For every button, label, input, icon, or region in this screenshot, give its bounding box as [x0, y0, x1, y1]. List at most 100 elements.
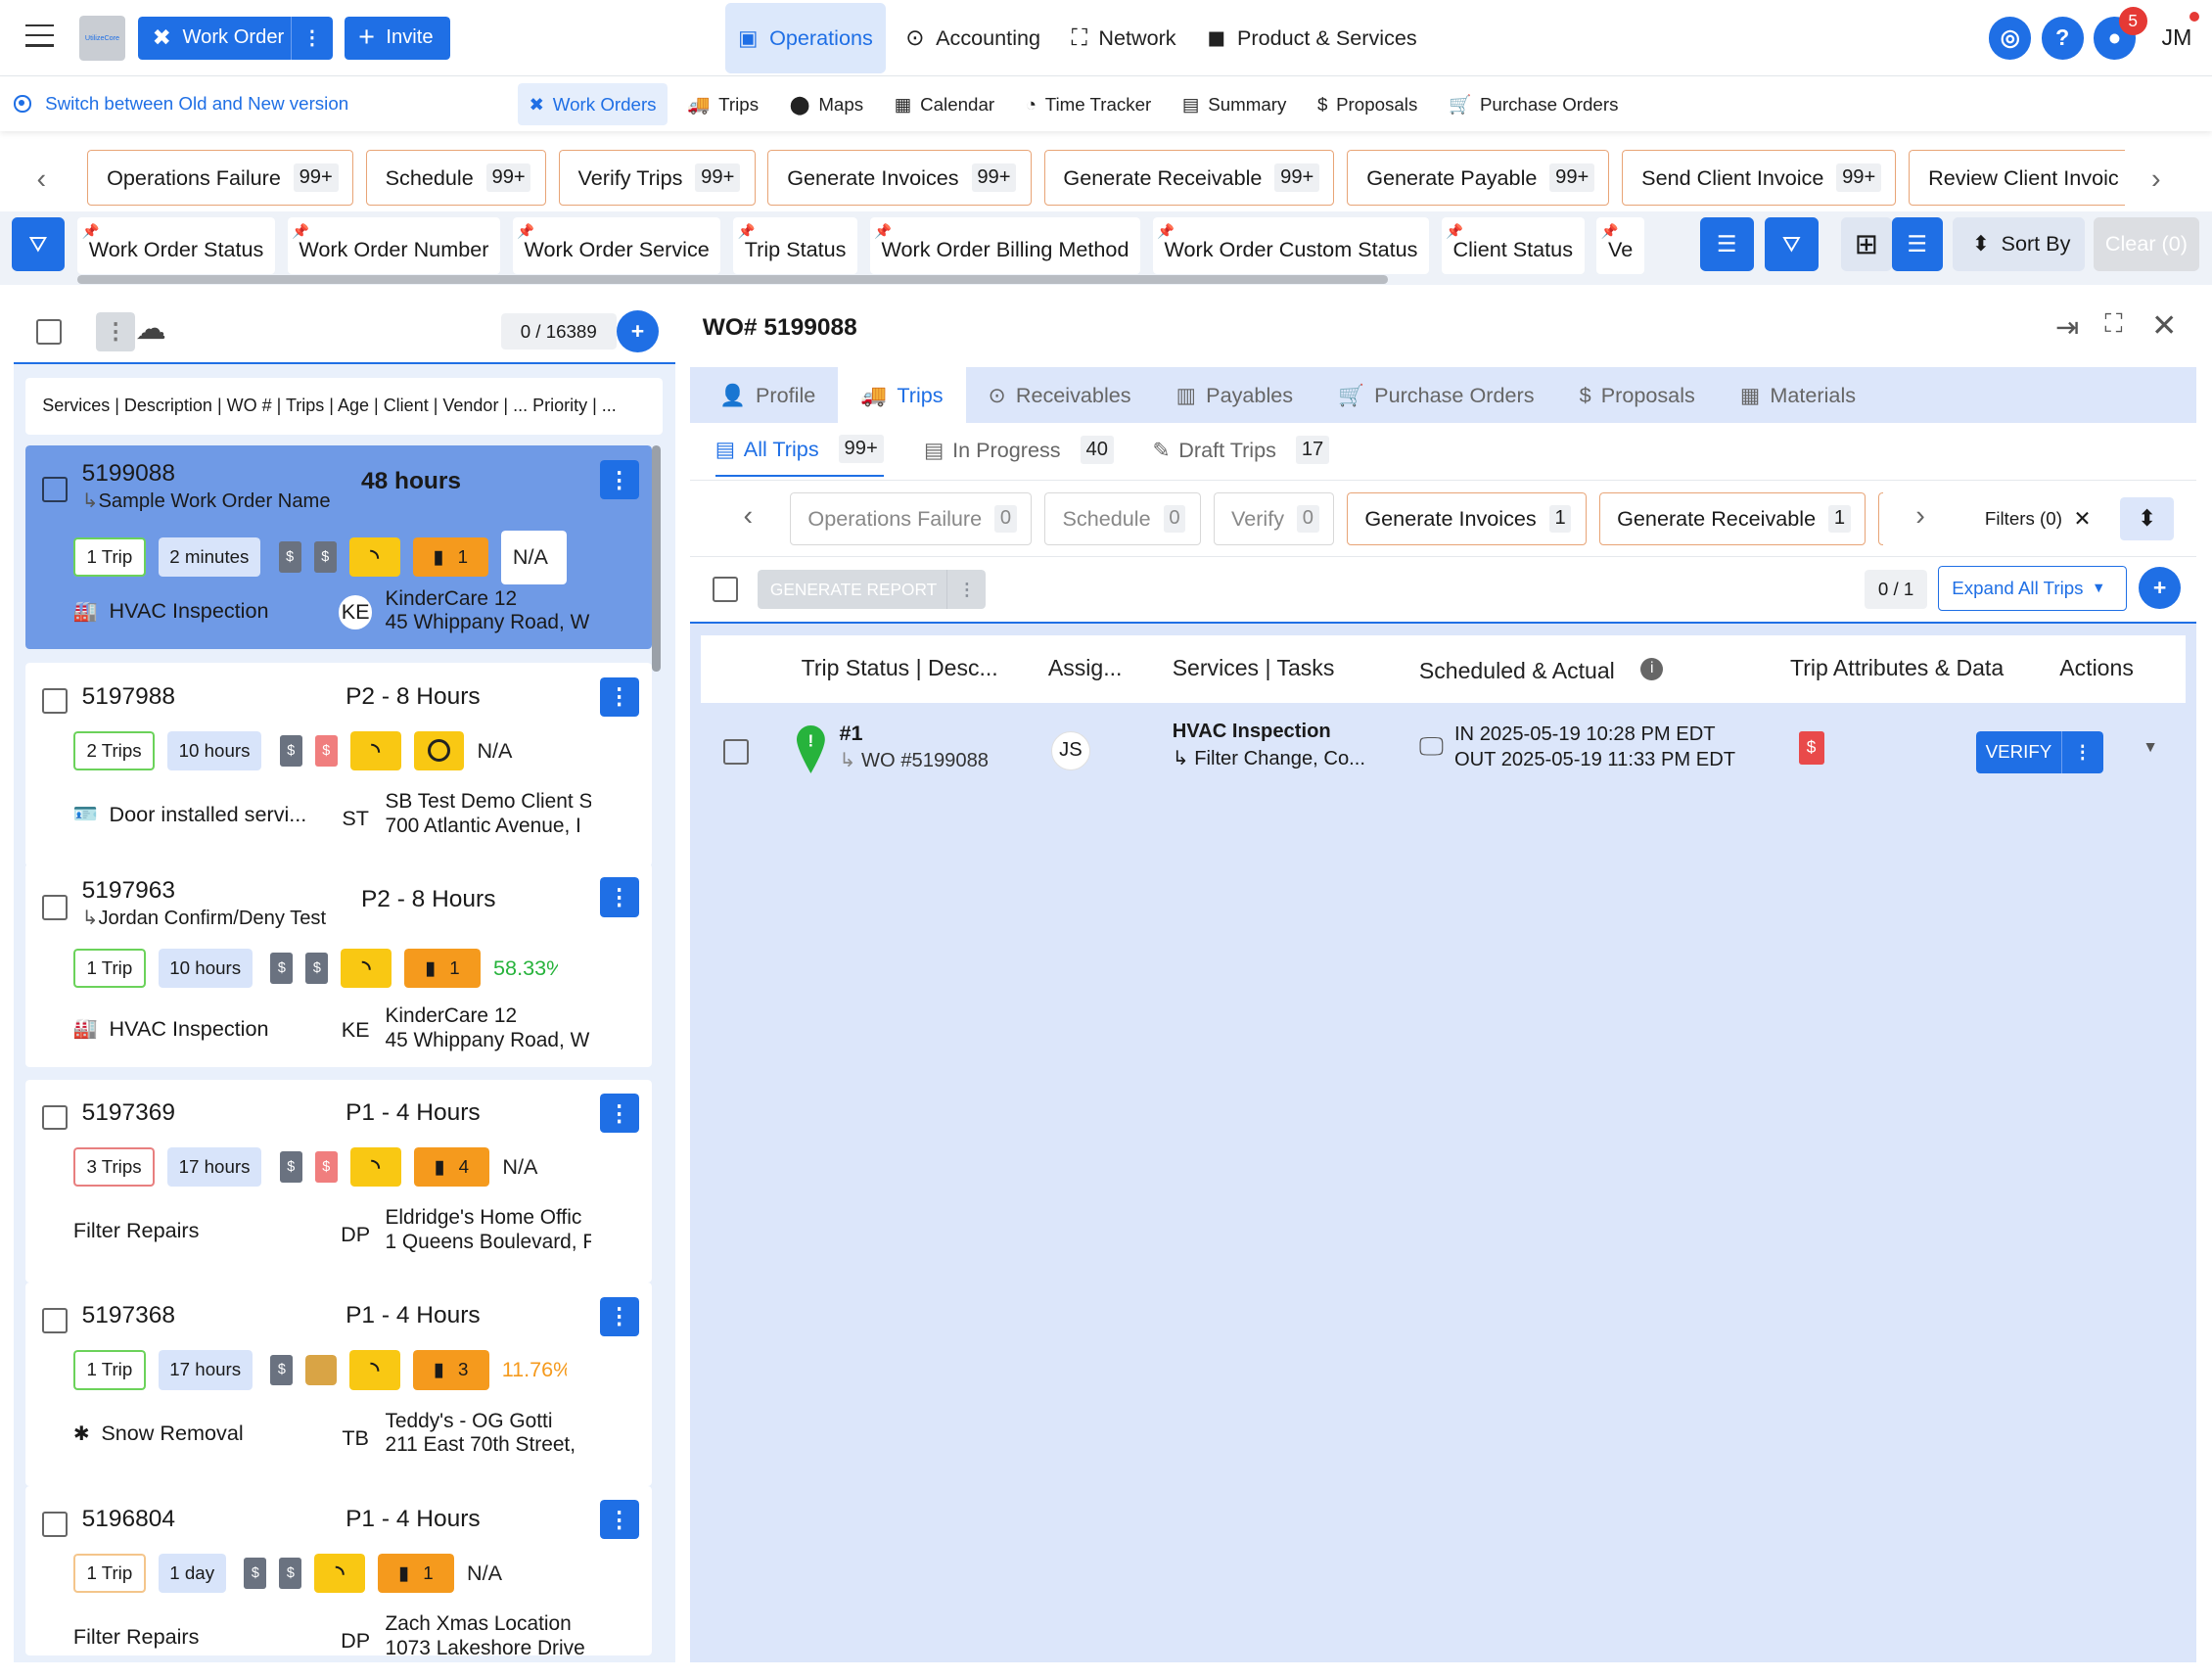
workflow-next-icon[interactable]: › [1915, 500, 1925, 533]
chips-next-icon[interactable]: › [2151, 163, 2161, 196]
tab-materials[interactable]: ▦ Materials [1718, 367, 1878, 424]
grid-view-icon[interactable]: ⊞ [1840, 216, 1892, 271]
target-icon[interactable]: ◎ [1989, 17, 2032, 60]
list-scrollbar[interactable] [651, 445, 661, 673]
info-icon[interactable]: i [1640, 657, 1664, 680]
subtab-calendar[interactable]: ▦ Calendar [883, 83, 1005, 125]
filter-billing-method[interactable]: 📌 Work Order Billing Method [869, 216, 1140, 274]
chips-prev-icon[interactable]: ‹ [36, 163, 46, 196]
work-order-card[interactable]: 5197369 P1 - 4 Hours ⋮ 3 Trips 17 hours $ $ ◝ ▮ 4… [24, 1079, 652, 1283]
vendor-initials[interactable]: DP [339, 1218, 373, 1252]
wf-generate-invoices[interactable]: Generate Invoices 1 [1347, 491, 1587, 546]
nav-product-services[interactable]: ◼ Product & Services [1196, 3, 1428, 73]
subtab-draft-trips[interactable]: ✎ Draft Trips 17 [1153, 423, 1330, 477]
user-avatar[interactable]: JM [2154, 17, 2199, 59]
close-icon[interactable]: ✕ [2151, 307, 2178, 344]
tab-proposals[interactable]: $ Proposals [1557, 367, 1718, 424]
wo-number[interactable]: 5196804 [82, 1506, 175, 1533]
filter-trip-status[interactable]: 📌 Trip Status [733, 216, 857, 274]
trip-count-badge[interactable]: 2 Trips [72, 730, 156, 770]
tab-profile[interactable]: 👤 Profile [697, 367, 838, 424]
vendor-initials[interactable]: KE [339, 1013, 373, 1048]
card-checkbox[interactable] [42, 477, 69, 503]
verify-more-icon[interactable]: ⋮ [2060, 730, 2103, 773]
version-switch[interactable]: Switch between Old and New version [14, 93, 348, 115]
wo-number[interactable]: 5197368 [82, 1302, 175, 1329]
card-more-icon[interactable]: ⋮ [599, 1296, 639, 1336]
trip-count-badge[interactable]: 1 Trip [72, 948, 146, 988]
toggle-button[interactable]: ☰ [1699, 216, 1754, 271]
chip-generate-payable[interactable]: Generate Payable 99+ [1347, 149, 1610, 207]
subtab-time-tracker[interactable]: ◔ Time Tracker [1014, 83, 1163, 125]
work-order-card[interactable]: 5197368 P1 - 4 Hours ⋮ 1 Trip 17 hours $ ◝ ▮ 3 11… [24, 1282, 652, 1486]
vendor-initials[interactable]: ST [339, 802, 373, 836]
card-more-icon[interactable]: ⋮ [599, 1500, 639, 1540]
tab-purchase-orders[interactable]: 🛒 Purchase Orders [1315, 367, 1556, 424]
filter-wo-status[interactable]: 📌 Work Order Status [77, 216, 275, 274]
vendor-initials[interactable]: KE [338, 595, 373, 629]
status-arc-badge[interactable]: ◝ [341, 948, 392, 988]
add-filter-button[interactable]: ⛛ [1765, 216, 1819, 271]
subtab-maps[interactable]: ⬤ Maps [778, 83, 874, 125]
status-arc-badge[interactable]: ◝ [349, 1350, 400, 1390]
card-more-icon[interactable]: ⋮ [599, 459, 639, 500]
trip-count-badge[interactable]: 1 Trip [72, 1350, 146, 1390]
wo-number[interactable]: 5197988 [82, 683, 175, 711]
trip-count-badge[interactable]: 1 Trip [72, 537, 146, 578]
filter-wo-number[interactable]: 📌 Work Order Number [287, 216, 500, 274]
generate-report-button[interactable]: GENERATE REPORT ⋮ [757, 569, 987, 610]
priority-count-badge[interactable]: ▮ 4 [413, 1146, 490, 1188]
invoice-icon[interactable]: $ [1798, 730, 1824, 766]
workflow-prev-icon[interactable]: ‹ [744, 500, 754, 533]
priority-count-badge[interactable]: ▮ 1 [412, 537, 489, 578]
wf-more-chip[interactable] [1878, 491, 1884, 546]
wo-number[interactable]: 5197963 [82, 877, 175, 905]
sort-toggle-icon[interactable]: ⬍ [2120, 497, 2175, 540]
sort-by-button[interactable]: ⬍ Sort By [1952, 216, 2086, 271]
wf-operations-failure[interactable]: Operations Failure 0 [790, 491, 1033, 546]
card-more-icon[interactable]: ⋮ [599, 676, 639, 718]
card-checkbox[interactable] [42, 688, 69, 715]
status-arc-badge[interactable]: ◝ [348, 537, 400, 578]
subtab-proposals[interactable]: $ Proposals [1306, 83, 1428, 125]
card-checkbox[interactable] [42, 894, 69, 920]
nav-operations[interactable]: ▣ Operations [724, 2, 887, 73]
chip-send-client-invoice[interactable]: Send Client Invoice 99+ [1622, 149, 1897, 207]
select-all-trips-checkbox[interactable] [712, 577, 738, 602]
trip-count-badge[interactable]: 3 Trips [72, 1146, 156, 1188]
chip-generate-receivable[interactable]: Generate Receivable 99+ [1043, 149, 1335, 207]
trip-count-badge[interactable]: 1 Trip [72, 1553, 146, 1594]
add-work-order-button[interactable]: + [616, 310, 660, 353]
card-checkbox[interactable] [42, 1308, 69, 1334]
invite-button[interactable]: + Invite [344, 17, 450, 60]
chip-review-client-invoice[interactable]: Review Client Invoic [1909, 149, 2125, 207]
chip-operations-failure[interactable]: Operations Failure 99+ [87, 149, 353, 207]
priority-count-badge[interactable]: ▮ 1 [378, 1553, 454, 1594]
vendor-initials[interactable]: DP [339, 1624, 373, 1655]
column-summary[interactable]: Services | Description | WO # | Trips | … [24, 378, 664, 435]
status-arc-badge[interactable]: ◝ [349, 730, 401, 770]
clear-button[interactable]: Clear (0) [2093, 216, 2199, 271]
app-logo[interactable]: UtilizeCore [78, 15, 126, 61]
nav-accounting[interactable]: ⊙ Accounting [895, 3, 1052, 73]
select-all-checkbox[interactable] [36, 318, 63, 345]
work-order-card[interactable]: 5197963 ↳Jordan Confirm/Deny Test P2 - 8 H… [24, 863, 652, 1067]
filter-wo-service[interactable]: 📌 Work Order Service [512, 216, 721, 274]
status-arc-badge[interactable]: ◝ [314, 1553, 366, 1594]
work-order-card[interactable]: 5197988 P2 - 8 Hours ⋮ 2 Trips 10 hours $ $ ◝ N/… [24, 663, 652, 866]
priority-count-badge[interactable]: ▮ 1 [404, 948, 482, 988]
col-actions[interactable]: Actions [2059, 655, 2134, 681]
chip-verify-trips[interactable]: Verify Trips 99+ [558, 149, 756, 207]
trip-row[interactable]: ! #1 ↳ WO #5199088 JS HVAC Inspection ↳ … [701, 706, 2185, 796]
subtab-summary[interactable]: ▤ Summary [1171, 83, 1297, 125]
work-order-button[interactable]: ✖ Work Order ⋮ [138, 17, 334, 60]
col-scheduled[interactable]: Scheduled & Actual [1419, 658, 1615, 684]
work-order-card[interactable]: 5199088 ↳Sample Work Order Name 48 hours ⋮ 1… [24, 445, 652, 649]
card-more-icon[interactable]: ⋮ [599, 877, 639, 917]
filter-client-status[interactable]: 📌 Client Status [1441, 216, 1585, 274]
card-checkbox[interactable] [42, 1104, 69, 1131]
work-order-card[interactable]: 5196804 P1 - 4 Hours ⋮ 1 Trip 1 day $ $ ◝ ▮ 1 N/A F… [24, 1485, 652, 1655]
work-order-more-icon[interactable]: ⋮ [290, 17, 333, 60]
status-arc-badge[interactable]: ◝ [349, 1146, 401, 1188]
col-services[interactable]: Services | Tasks [1173, 655, 1335, 681]
